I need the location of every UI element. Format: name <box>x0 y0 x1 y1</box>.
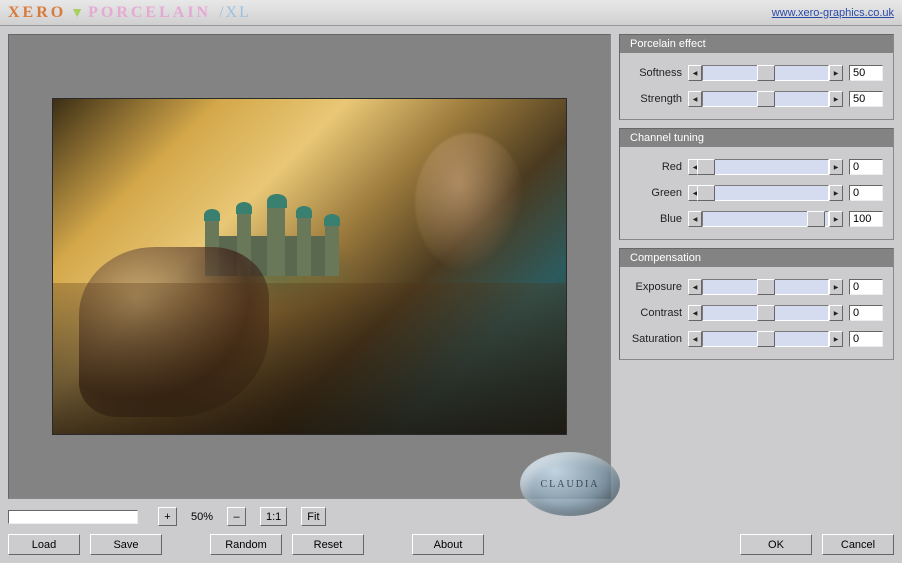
zoom-controls: + 50% – 1:1 Fit <box>8 507 894 526</box>
label-softness: Softness <box>626 67 688 79</box>
input-red[interactable] <box>849 159 883 175</box>
arrow-left-icon[interactable]: ◀ <box>688 91 702 107</box>
action-buttons: Load Save Random Reset About OK Cancel <box>8 534 894 555</box>
plugin-window: XERO ▼ PORCELAIN /XL www.xero-graphics.c… <box>0 0 902 563</box>
title-suffix: /XL <box>219 4 251 22</box>
slider-thumb[interactable] <box>757 91 775 107</box>
slider-strength[interactable]: ◀ ▶ <box>688 91 843 107</box>
group-channel: Channel tuning Red ◀ ▶ Green <box>619 128 894 240</box>
arrow-left-icon[interactable]: ◀ <box>688 279 702 295</box>
title-product: PORCELAIN <box>88 4 211 22</box>
zoom-actual-button[interactable]: 1:1 <box>260 507 287 526</box>
arrow-right-icon[interactable]: ▶ <box>829 185 843 201</box>
input-green[interactable] <box>849 185 883 201</box>
bottom-bar: + 50% – 1:1 Fit Load Save Random Reset A… <box>0 503 902 563</box>
slider-track[interactable] <box>702 91 829 107</box>
preview-face <box>415 133 525 273</box>
group-compensation: Compensation Exposure ◀ ▶ Contrast <box>619 248 894 360</box>
slider-saturation[interactable]: ◀ ▶ <box>688 331 843 347</box>
arrow-right-icon[interactable]: ▶ <box>829 331 843 347</box>
slider-thumb[interactable] <box>757 65 775 81</box>
arrow-right-icon[interactable]: ▶ <box>829 305 843 321</box>
arrow-left-icon[interactable]: ◀ <box>688 331 702 347</box>
input-contrast[interactable] <box>849 305 883 321</box>
arrow-right-icon[interactable]: ▶ <box>829 279 843 295</box>
slider-track[interactable] <box>702 159 829 175</box>
slider-track[interactable] <box>702 279 829 295</box>
reset-button[interactable]: Reset <box>292 534 364 555</box>
slider-thumb[interactable] <box>807 211 825 227</box>
arrow-right-icon[interactable]: ▶ <box>829 211 843 227</box>
title-bar: XERO ▼ PORCELAIN /XL www.xero-graphics.c… <box>0 0 902 26</box>
row-saturation: Saturation ◀ ▶ <box>626 331 883 347</box>
vendor-link[interactable]: www.xero-graphics.co.uk <box>772 7 894 19</box>
arrow-left-icon[interactable]: ◀ <box>688 305 702 321</box>
row-strength: Strength ◀ ▶ <box>626 91 883 107</box>
zoom-fit-button[interactable]: Fit <box>301 507 325 526</box>
arrow-left-icon[interactable]: ◀ <box>688 211 702 227</box>
row-contrast: Contrast ◀ ▶ <box>626 305 883 321</box>
load-button[interactable]: Load <box>8 534 80 555</box>
watermark-badge: CLAUDIA <box>520 452 620 516</box>
preview-image[interactable] <box>52 98 567 435</box>
label-saturation: Saturation <box>626 333 688 345</box>
input-exposure[interactable] <box>849 279 883 295</box>
arrow-right-icon[interactable]: ▶ <box>829 91 843 107</box>
progress-bar <box>8 510 138 524</box>
slider-exposure[interactable]: ◀ ▶ <box>688 279 843 295</box>
slider-blue[interactable]: ◀ ▶ <box>688 211 843 227</box>
slider-thumb[interactable] <box>757 305 775 321</box>
main-area: CLAUDIA Porcelain effect Softness ◀ ▶ <box>0 26 902 503</box>
slider-track[interactable] <box>702 211 829 227</box>
slider-red[interactable]: ◀ ▶ <box>688 159 843 175</box>
slider-thumb[interactable] <box>757 331 775 347</box>
about-button[interactable]: About <box>412 534 484 555</box>
input-softness[interactable] <box>849 65 883 81</box>
row-blue: Blue ◀ ▶ <box>626 211 883 227</box>
row-softness: Softness ◀ ▶ <box>626 65 883 81</box>
random-button[interactable]: Random <box>210 534 282 555</box>
group-porcelain: Porcelain effect Softness ◀ ▶ Strength <box>619 34 894 120</box>
slider-thumb[interactable] <box>757 279 775 295</box>
row-green: Green ◀ ▶ <box>626 185 883 201</box>
row-exposure: Exposure ◀ ▶ <box>626 279 883 295</box>
zoom-value: 50% <box>181 511 223 523</box>
zoom-out-button[interactable]: – <box>227 507 246 526</box>
preview-panel: CLAUDIA <box>8 34 611 499</box>
cancel-button[interactable]: Cancel <box>822 534 894 555</box>
slider-thumb[interactable] <box>697 159 715 175</box>
arrow-right-icon[interactable]: ▶ <box>829 65 843 81</box>
title-brand: XERO <box>8 4 66 22</box>
slider-green[interactable]: ◀ ▶ <box>688 185 843 201</box>
input-strength[interactable] <box>849 91 883 107</box>
input-saturation[interactable] <box>849 331 883 347</box>
ok-button[interactable]: OK <box>740 534 812 555</box>
group-header: Channel tuning <box>620 129 893 147</box>
label-blue: Blue <box>626 213 688 225</box>
label-exposure: Exposure <box>626 281 688 293</box>
slider-track[interactable] <box>702 331 829 347</box>
slider-contrast[interactable]: ◀ ▶ <box>688 305 843 321</box>
label-green: Green <box>626 187 688 199</box>
controls-sidebar: Porcelain effect Softness ◀ ▶ Strength <box>619 34 894 499</box>
arrow-right-icon[interactable]: ▶ <box>829 159 843 175</box>
slider-thumb[interactable] <box>697 185 715 201</box>
preview-figure <box>79 247 269 417</box>
slider-softness[interactable]: ◀ ▶ <box>688 65 843 81</box>
save-button[interactable]: Save <box>90 534 162 555</box>
arrow-left-icon[interactable]: ◀ <box>688 65 702 81</box>
zoom-in-button[interactable]: + <box>158 507 177 526</box>
triangle-icon: ▼ <box>70 4 84 20</box>
slider-track[interactable] <box>702 65 829 81</box>
input-blue[interactable] <box>849 211 883 227</box>
label-contrast: Contrast <box>626 307 688 319</box>
group-header: Porcelain effect <box>620 35 893 53</box>
slider-track[interactable] <box>702 185 829 201</box>
label-red: Red <box>626 161 688 173</box>
label-strength: Strength <box>626 93 688 105</box>
row-red: Red ◀ ▶ <box>626 159 883 175</box>
group-header: Compensation <box>620 249 893 267</box>
title: XERO ▼ PORCELAIN /XL <box>8 4 251 22</box>
slider-track[interactable] <box>702 305 829 321</box>
